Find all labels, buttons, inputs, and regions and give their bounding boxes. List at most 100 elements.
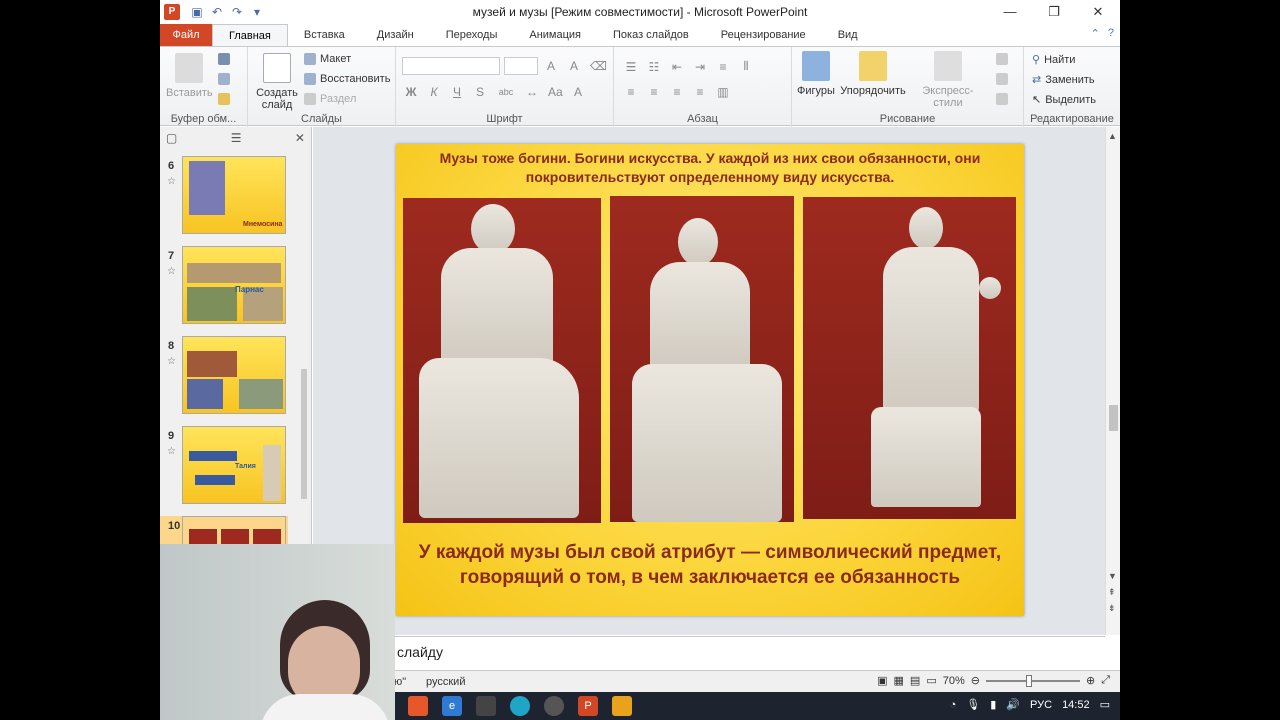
scrollbar-thumb[interactable] [301, 369, 307, 499]
shape-outline-button[interactable] [996, 73, 1008, 85]
firefox-icon[interactable] [408, 696, 428, 716]
save-icon[interactable]: ▣ [190, 5, 204, 19]
underline-button[interactable]: Ч [450, 85, 464, 99]
slide-thumbnail-9[interactable]: 9 ☆ Талия [160, 426, 300, 508]
tab-slideshow[interactable]: Показ слайдов [597, 24, 705, 46]
store-icon[interactable] [476, 696, 496, 716]
shapes-button[interactable]: Фигуры [796, 51, 836, 97]
tab-review[interactable]: Рецензирование [705, 24, 822, 46]
font-name-field[interactable] [402, 57, 500, 75]
redo-icon[interactable]: ↷ [230, 5, 244, 19]
increase-indent-icon[interactable]: ⇥ [693, 60, 707, 74]
decrease-indent-icon[interactable]: ⇤ [670, 60, 684, 74]
customize-qat-icon[interactable]: ▾ [250, 5, 264, 19]
layout-button[interactable]: Макет [304, 53, 351, 65]
settings-app-icon[interactable] [544, 696, 564, 716]
scroll-up-icon[interactable]: ▲ [1108, 131, 1117, 141]
scrollbar-thumb[interactable] [1109, 405, 1118, 431]
quick-styles-button[interactable]: Экспресс-стили [908, 51, 988, 109]
help-icon[interactable]: ? [1108, 27, 1114, 40]
slide-sorter-icon[interactable]: ▦ [894, 674, 904, 687]
shrink-font-icon[interactable]: A [567, 59, 581, 73]
undo-icon[interactable]: ↶ [210, 5, 224, 19]
section-button[interactable]: Раздел [304, 93, 356, 105]
clock[interactable]: 14:52 [1062, 699, 1090, 711]
bullets-icon[interactable]: ☰ [624, 60, 638, 74]
normal-view-icon[interactable]: ▣ [877, 674, 887, 687]
fit-slide-icon[interactable]: ⤢ [1101, 674, 1110, 687]
restore-icon[interactable]: ❐ [1032, 0, 1076, 24]
align-right-icon[interactable]: ≡ [670, 85, 684, 99]
numbering-icon[interactable]: ☷ [647, 60, 661, 74]
zoom-in-icon[interactable]: ⊕ [1086, 674, 1095, 687]
cut-button[interactable] [218, 53, 230, 65]
slide-thumbnail-8[interactable]: 8 ☆ [160, 336, 300, 418]
change-case-icon[interactable]: Aa [548, 85, 563, 99]
zoom-level[interactable]: 70% [943, 675, 965, 687]
select-button[interactable]: ↖ Выделить [1032, 93, 1096, 107]
edge-legacy-icon[interactable]: e [442, 696, 462, 716]
columns-2-icon[interactable]: ▥ [716, 85, 730, 99]
minimize-icon[interactable]: — [988, 0, 1032, 24]
volume-icon[interactable]: 🔊 [1006, 698, 1020, 711]
statue-photo-3[interactable] [803, 197, 1016, 519]
replace-button[interactable]: ⇄ Заменить [1032, 73, 1095, 87]
grow-font-icon[interactable]: A [544, 59, 558, 73]
bold-button[interactable]: Ж [404, 85, 418, 99]
shape-effects-button[interactable] [996, 93, 1008, 105]
columns-icon[interactable]: ⫴ [739, 59, 753, 74]
zoom-slider-knob[interactable] [1025, 674, 1032, 687]
edge-icon[interactable] [510, 696, 530, 716]
copy-button[interactable] [218, 73, 230, 85]
arrange-button[interactable]: Упорядочить [838, 51, 908, 97]
paste-button[interactable]: Вставить [166, 53, 213, 99]
slide-bottom-text[interactable]: У каждой музы был свой атрибут — символи… [416, 540, 1004, 590]
align-center-icon[interactable]: ≡ [647, 85, 661, 99]
current-slide[interactable]: Музы тоже богини. Богини искусства. У ка… [396, 144, 1024, 616]
status-language[interactable]: русский [426, 676, 465, 688]
editing-vertical-scrollbar[interactable]: ▲ ▼ ⇞ ⇟ [1105, 127, 1120, 635]
line-spacing-icon[interactable]: ≡ [716, 60, 730, 74]
find-button[interactable]: ⚲ Найти [1032, 53, 1075, 67]
align-left-icon[interactable]: ≡ [624, 85, 638, 99]
tab-animations[interactable]: Анимация [513, 24, 597, 46]
statue-photo-2[interactable] [610, 196, 794, 522]
justify-icon[interactable]: ≡ [693, 85, 707, 99]
statue-photo-1[interactable] [403, 198, 601, 523]
outline-tab-icon[interactable]: ☰ [231, 131, 242, 145]
tab-view[interactable]: Вид [822, 24, 874, 46]
tab-home[interactable]: Главная [212, 24, 288, 46]
font-size-field[interactable] [504, 57, 538, 75]
recorder-icon[interactable] [612, 696, 632, 716]
zoom-out-icon[interactable]: ⊖ [971, 674, 980, 687]
scroll-down-icon[interactable]: ▼ [1108, 571, 1117, 581]
reset-button[interactable]: Восстановить [304, 73, 390, 85]
slide-thumbnail-6[interactable]: 6 ☆ Мнемосина [160, 156, 300, 238]
close-pane-icon[interactable]: ✕ [295, 131, 305, 145]
shape-fill-button[interactable] [996, 53, 1008, 65]
zoom-slider[interactable] [985, 674, 1080, 687]
shadow-button[interactable]: abc [496, 87, 516, 97]
language-indicator[interactable]: РУС [1030, 699, 1052, 711]
prev-slide-icon[interactable]: ⇞ [1108, 587, 1116, 598]
tray-app-icon[interactable]: ◔ [950, 699, 957, 711]
microphone-icon[interactable]: 🎙 [966, 698, 980, 711]
notes-text[interactable]: слайду [397, 644, 443, 660]
new-slide-button[interactable]: Создать слайд [254, 53, 300, 111]
format-painter-button[interactable] [218, 93, 230, 105]
slide-thumbnail-7[interactable]: 7 ☆ Парнас [160, 246, 300, 328]
slideshow-view-icon[interactable]: ▭ [926, 674, 936, 687]
close-icon[interactable]: ✕ [1076, 0, 1120, 24]
italic-button[interactable]: К [427, 85, 441, 99]
tab-file[interactable]: Файл [160, 24, 212, 46]
tab-insert[interactable]: Вставка [288, 24, 361, 46]
strikethrough-button[interactable]: S [473, 85, 487, 99]
tab-design[interactable]: Дизайн [361, 24, 430, 46]
tab-transitions[interactable]: Переходы [430, 24, 514, 46]
powerpoint-taskbar-icon[interactable]: P [578, 696, 598, 716]
notifications-icon[interactable]: ▭ [1100, 698, 1110, 711]
font-color-icon[interactable]: A [571, 85, 585, 99]
char-spacing-icon[interactable]: ↔ [525, 85, 539, 99]
network-icon[interactable]: ▮ [990, 698, 996, 711]
clear-format-icon[interactable]: ⌫ [590, 59, 607, 73]
